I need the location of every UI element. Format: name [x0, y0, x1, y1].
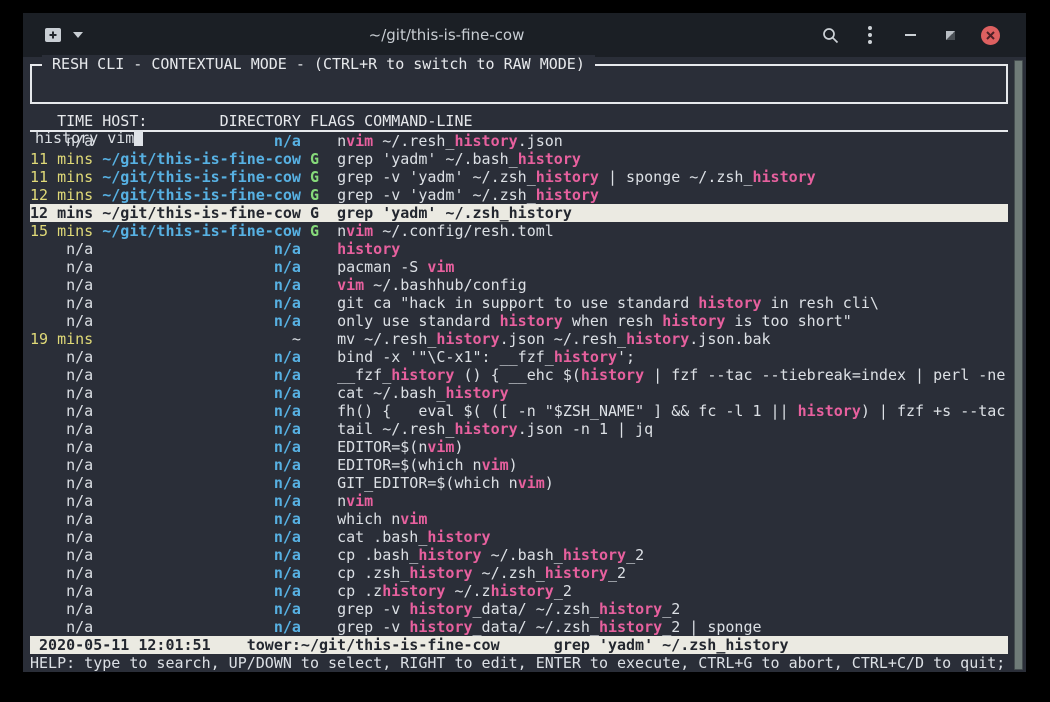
status-line: 2020-05-11 12:01:51 tower:~/git/this-is-… [30, 636, 789, 654]
history-row[interactable]: n/a n/a GIT_EDITOR=$(which nvim) [30, 474, 1008, 492]
history-row[interactable]: n/a n/a bind -x '"\C-x1": __fzf_history'… [30, 348, 1008, 366]
history-row[interactable]: n/a n/a fh() { eval $( ([ -n "$ZSH_NAME"… [30, 402, 1008, 420]
history-row[interactable]: 12 mins ~/git/this-is-fine-cow G grep 'y… [30, 204, 1008, 222]
history-row[interactable]: n/a n/a git ca "hack in support to use s… [30, 294, 1008, 312]
history-rows: n/a n/a nvim ~/.resh_history.json11 mins… [30, 132, 1008, 636]
history-row[interactable]: n/a n/a pacman -S vim [30, 258, 1008, 276]
help-line: HELP: type to search, UP/DOWN to select,… [30, 654, 1008, 672]
status-bar: 2020-05-11 12:01:51 tower:~/git/this-is-… [30, 636, 1008, 654]
history-row[interactable]: n/a n/a cat ~/.bash_history [30, 384, 1008, 402]
history-row[interactable]: 12 mins ~/git/this-is-fine-cow G grep -v… [30, 186, 1008, 204]
history-row[interactable]: 19 mins ~ mv ~/.resh_history.json ~/.res… [30, 330, 1008, 348]
history-row[interactable]: n/a n/a grep -v history_data/ ~/.zsh_his… [30, 600, 1008, 618]
resh-mode-title: RESH CLI - CONTEXTUAL MODE - (CTRL+R to … [42, 55, 595, 73]
scrollbar[interactable] [1014, 60, 1023, 670]
history-row[interactable]: n/a n/a nvim [30, 492, 1008, 510]
close-button[interactable] [970, 20, 1010, 50]
menu-kebab-icon[interactable] [850, 20, 890, 50]
history-row[interactable]: n/a n/a cp .zhistory ~/.zhistory_2 [30, 582, 1008, 600]
new-tab-icon[interactable] [44, 27, 62, 43]
search-input[interactable]: history vim [32, 129, 1006, 147]
history-row[interactable]: n/a n/a cp .bash_history ~/.bash_history… [30, 546, 1008, 564]
search-query-text: history vim [35, 129, 134, 147]
history-row[interactable]: n/a n/a only use standard history when r… [30, 312, 1008, 330]
titlebar: ~/git/this-is-fine-cow [23, 13, 1026, 57]
history-row[interactable]: n/a n/a cat .bash_history [30, 528, 1008, 546]
minimize-button[interactable] [890, 20, 930, 50]
history-row[interactable]: n/a n/a history [30, 240, 1008, 258]
terminal-window: ~/git/this-is-fine-cow [23, 13, 1026, 672]
restore-button[interactable] [930, 20, 970, 50]
history-row[interactable]: n/a n/a vim ~/.bashhub/config [30, 276, 1008, 294]
history-row[interactable]: n/a n/a tail ~/.resh_history.json -n 1 |… [30, 420, 1008, 438]
history-row[interactable]: n/a n/a __fzf_history () { __ehc $(histo… [30, 366, 1008, 384]
history-row[interactable]: n/a n/a which nvim [30, 510, 1008, 528]
text-cursor [134, 130, 143, 146]
history-row[interactable]: n/a n/a EDITOR=$(which nvim) [30, 456, 1008, 474]
window-title: ~/git/this-is-fine-cow [83, 26, 810, 44]
history-row[interactable]: 15 mins ~/git/this-is-fine-cow G nvim ~/… [30, 222, 1008, 240]
history-row[interactable]: n/a n/a cp .zsh_history ~/.zsh_history_2 [30, 564, 1008, 582]
history-row[interactable]: n/a n/a EDITOR=$(nvim) [30, 438, 1008, 456]
search-icon[interactable] [810, 20, 850, 50]
resh-search-box: RESH CLI - CONTEXTUAL MODE - (CTRL+R to … [30, 64, 1008, 104]
close-icon [981, 26, 1000, 45]
history-row[interactable]: n/a n/a grep -v history_data/ ~/.zsh_his… [30, 618, 1008, 636]
terminal-content: RESH CLI - CONTEXTUAL MODE - (CTRL+R to … [23, 57, 1026, 672]
chevron-down-icon[interactable] [73, 32, 83, 38]
